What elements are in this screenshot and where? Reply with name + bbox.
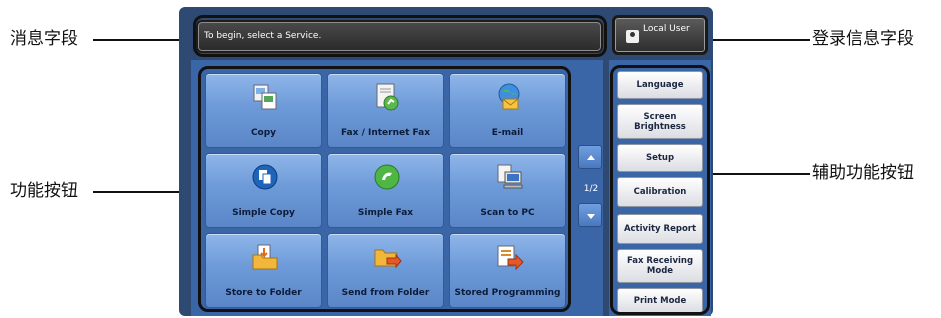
outline-auxiliary-buttons <box>610 65 710 315</box>
login-info-field[interactable]: Local User <box>612 15 708 55</box>
callout-function-buttons: 功能按钮 <box>10 181 78 201</box>
user-icon <box>626 30 639 43</box>
callout-message-field: 消息字段 <box>10 29 78 49</box>
leader-line-login <box>706 39 810 41</box>
login-label: Local User <box>643 24 690 34</box>
outline-message-field <box>193 15 607 57</box>
scroll-up-button[interactable] <box>578 145 602 169</box>
page-indicator: 1/2 <box>583 184 599 194</box>
outline-function-buttons <box>198 66 571 312</box>
callout-login-info-field: 登录信息字段 <box>812 29 914 49</box>
scroll-down-button[interactable] <box>578 203 602 227</box>
callout-auxiliary-buttons: 辅助功能按钮 <box>812 163 914 183</box>
leader-line-auxiliary <box>706 173 810 175</box>
